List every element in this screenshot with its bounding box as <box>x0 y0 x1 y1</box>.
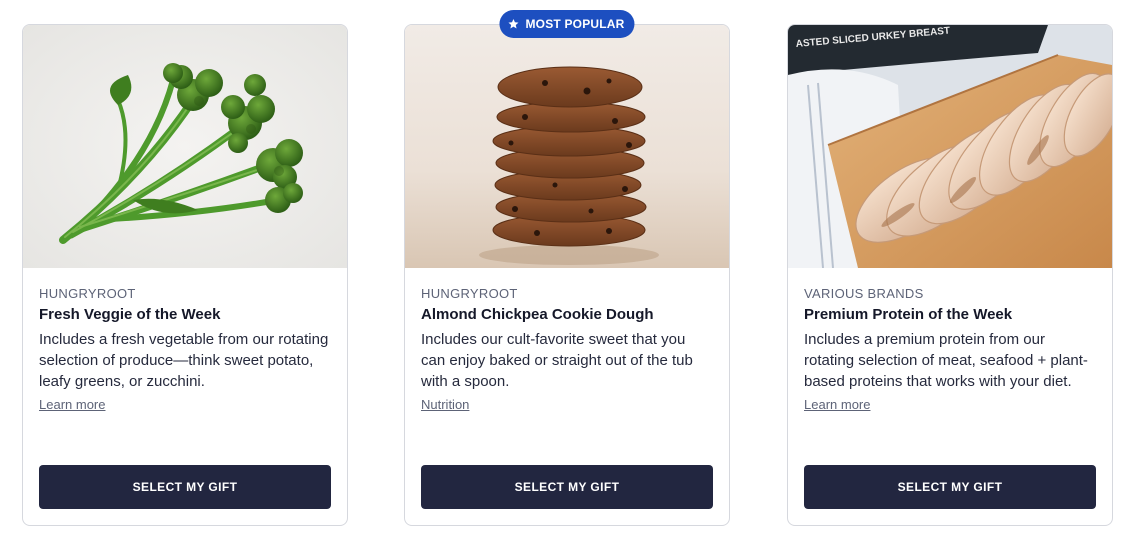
select-gift-button[interactable]: SELECT MY GIFT <box>421 465 713 509</box>
product-description: Includes a fresh vegetable from our rota… <box>39 331 329 390</box>
learn-more-link[interactable]: Learn more <box>39 396 105 414</box>
star-icon <box>507 18 519 30</box>
broccolini-image <box>23 25 347 268</box>
sliced-turkey-image: ASTED SLICED URKEY BREAST <box>788 25 1112 268</box>
brand-label: HUNGRYROOT <box>421 286 518 301</box>
learn-more-link[interactable]: Learn more <box>804 396 870 414</box>
product-title: Almond Chickpea Cookie Dough <box>421 306 654 323</box>
badge-label: MOST POPULAR <box>525 17 625 31</box>
product-title: Fresh Veggie of the Week <box>39 306 221 323</box>
cookie-stack-image <box>405 25 729 268</box>
gift-card-veggie: HUNGRYROOT Fresh Veggie of the Week Incl… <box>22 24 348 526</box>
card-content: HUNGRYROOT Fresh Veggie of the Week Incl… <box>39 285 331 414</box>
card-content: HUNGRYROOT Almond Chickpea Cookie Dough … <box>421 285 713 414</box>
card-content: VARIOUS BRANDS Premium Protein of the We… <box>804 285 1096 414</box>
select-gift-button[interactable]: SELECT MY GIFT <box>39 465 331 509</box>
gift-card-protein: ASTED SLICED URKEY BREAST VARIOUS BRANDS… <box>787 24 1113 526</box>
product-title: Premium Protein of the Week <box>804 306 1013 323</box>
product-description: Includes our cult-favorite sweet that yo… <box>421 331 693 390</box>
brand-label: VARIOUS BRANDS <box>804 286 924 301</box>
product-description: Includes a premium protein from our rota… <box>804 331 1088 390</box>
select-gift-button[interactable]: SELECT MY GIFT <box>804 465 1096 509</box>
brand-label: HUNGRYROOT <box>39 286 136 301</box>
most-popular-badge: MOST POPULAR <box>499 10 635 38</box>
gift-card-cookie-dough: MOST POPULAR HUNGRYROOT Almond Chickpea … <box>404 10 730 526</box>
nutrition-link[interactable]: Nutrition <box>421 396 469 414</box>
